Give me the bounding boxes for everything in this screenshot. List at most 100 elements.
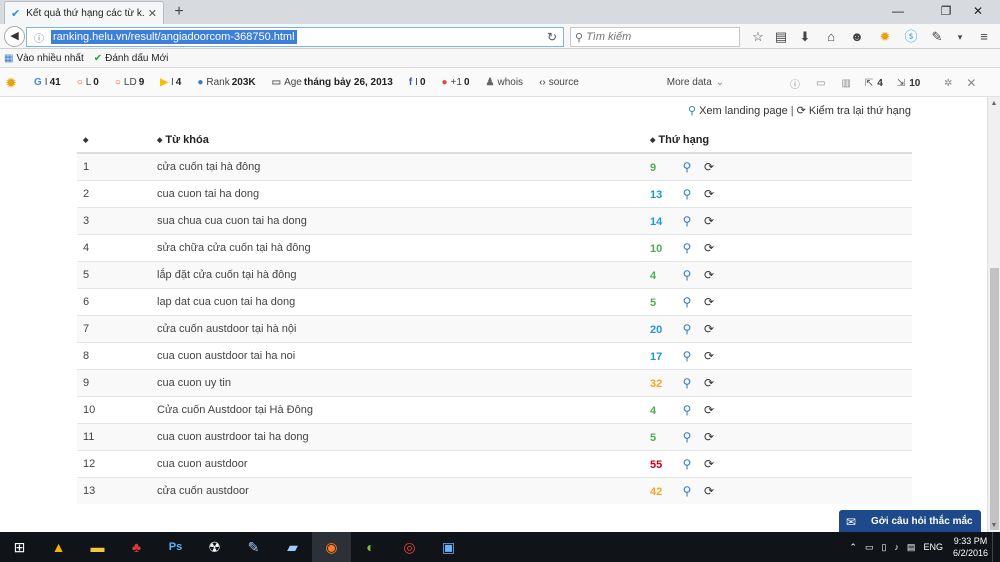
refresh-icon[interactable]: ⟳ [698,214,720,228]
app-window-icon[interactable]: ▣ [429,532,468,562]
menu-icon[interactable]: ≡ [974,28,994,46]
app-notes-icon[interactable]: ▰ [273,532,312,562]
app-a-icon[interactable]: ▲ [39,532,78,562]
bing-index-item[interactable]: ▶ I4 [152,69,189,97]
coccoc-icon[interactable]: ◐ [351,532,390,562]
photoshop-icon[interactable]: Ps [156,532,195,562]
page-scrollbar[interactable]: ▲ ▼ [987,97,1000,532]
refresh-icon[interactable]: ⟳ [698,376,720,390]
dropdown-icon[interactable]: ▾ [950,28,970,46]
monitor-icon[interactable]: ▭ [816,78,825,89]
refresh-icon[interactable]: ⟳ [698,268,720,282]
close-window-button[interactable]: ✕ [956,0,1000,24]
search-icon[interactable]: ⚲ [676,376,698,390]
bookmark-most-visited[interactable]: ▦ Vào nhiều nhất [4,53,84,64]
close-toolbar-icon[interactable]: ✕ [966,76,976,90]
row-index: 5 [77,260,157,288]
support-chat-widget[interactable]: ✉ Gởi câu hỏi thắc mắc [839,510,981,533]
more-data-dropdown[interactable]: More data ⌄ [659,69,732,97]
new-tab-button[interactable]: + [170,2,188,22]
search-icon[interactable]: ⚲ [676,349,698,363]
refresh-icon[interactable]: ⟳ [698,349,720,363]
refresh-icon[interactable]: ⟳ [698,322,720,336]
search-icon[interactable]: ⚲ [676,295,698,309]
refresh-icon[interactable]: ⟳ [698,484,720,498]
windows-start-icon[interactable]: ⊞ [0,532,39,562]
refresh-icon[interactable]: ⟳ [698,187,720,201]
header-keyword[interactable]: ◆ Từ khóa [157,127,650,154]
downloads-icon[interactable]: ⬇ [795,28,815,46]
battery-icon[interactable]: ▯ [881,542,886,553]
home-icon[interactable]: ⌂ [821,28,841,46]
seo-addon-icon[interactable]: ✹ [875,28,895,46]
rank-item[interactable]: ● Rank 203K [189,69,263,97]
refresh-icon[interactable]: ⟳ [698,403,720,417]
refresh-icon[interactable]: ⟳ [698,241,720,255]
view-landing-page-link[interactable]: ⚲ Xem landing page [688,104,788,118]
linking-domains-item[interactable]: ○ LD 9 [107,69,152,97]
extension-icon[interactable]: ✎ [927,28,947,46]
reload-icon[interactable]: ↻ [547,30,557,44]
age-item[interactable]: ▭ Age tháng bảy 26, 2013 [264,69,401,97]
external-link-icon[interactable]: ⇱ [865,78,873,89]
search-icon[interactable]: ⚲ [676,214,698,228]
firefox-icon[interactable]: ◉ [312,532,351,562]
search-icon[interactable]: ⚲ [676,457,698,471]
chat-bubble-icon[interactable]: ☻ [847,28,867,46]
seoquake-logo-icon[interactable]: ✹ [0,69,26,97]
refresh-icon[interactable]: ⟳ [698,430,720,444]
recheck-rank-link[interactable]: ⟳ Kiểm tra lại thứ hạng [797,104,911,118]
notification-icon[interactable]: ▤ [907,542,916,553]
search-icon[interactable]: ⚲ [676,322,698,336]
browser-tab[interactable]: ✔ Kết quả thứ hạng các từ k... ✕ [4,1,164,24]
site-info-icon[interactable]: ⓘ [31,30,47,45]
whois-item[interactable]: ♟ whois [478,69,532,97]
gplus-item[interactable]: ● +1 0 [434,69,478,97]
url-text[interactable]: ranking.helu.vn/result/angiadoorcom-3687… [51,30,297,44]
tray-expand-icon[interactable]: ⌃ [849,542,857,553]
minimize-button[interactable]: — [880,0,916,24]
search-icon[interactable]: ⚲ [676,160,698,174]
speaker-icon[interactable]: ♪ [894,542,899,552]
chart-icon[interactable]: ▥ [841,78,850,89]
bookmarks-list-icon[interactable]: ▤ [771,28,791,46]
file-explorer-icon[interactable]: ▬ [78,532,117,562]
scrollbar-thumb[interactable] [990,268,999,530]
scroll-down-arrow-icon[interactable]: ▼ [988,519,1000,532]
info-circle-icon[interactable]: ⓘ [790,76,800,91]
refresh-icon[interactable]: ⟳ [698,457,720,471]
chrome-icon[interactable]: ◎ [390,532,429,562]
search-icon[interactable]: ⚲ [676,403,698,417]
back-button[interactable]: ◀ [4,26,25,47]
search-icon[interactable]: ⚲ [676,268,698,282]
links-item[interactable]: ○ L0 [69,69,107,97]
close-tab-icon[interactable]: ✕ [148,7,157,20]
network-icon[interactable]: ▭ [865,542,874,553]
refresh-icon[interactable]: ⟳ [698,295,720,309]
skype-icon[interactable]: ⓢ [901,28,921,46]
app-paint-icon[interactable]: ✎ [234,532,273,562]
settings-gear-icon[interactable]: ✲ [944,78,952,89]
internal-link-icon[interactable]: ⇲ [897,78,905,89]
clock[interactable]: 9:33 PM 6/2/2016 [953,535,988,559]
search-input[interactable] [586,31,737,43]
search-box[interactable]: ⚲ [570,27,740,47]
search-icon[interactable]: ⚲ [676,187,698,201]
search-icon[interactable]: ⚲ [676,241,698,255]
header-rank[interactable]: ◆ Thứ hạng [650,127,912,154]
show-desktop-button[interactable] [992,532,1000,562]
app-red-icon[interactable]: ♣ [117,532,156,562]
refresh-icon[interactable]: ⟳ [698,160,720,174]
app-dog-icon[interactable]: ☢ [195,532,234,562]
google-index-item[interactable]: G I 41 [26,69,69,97]
scroll-up-arrow-icon[interactable]: ▲ [988,97,1000,110]
bookmark-new[interactable]: ✔ Đánh dấu Mới [94,53,169,64]
search-icon[interactable]: ⚲ [676,430,698,444]
language-indicator[interactable]: ENG [923,542,943,552]
source-item[interactable]: ‹› source [531,69,587,97]
address-bar[interactable]: ⓘ ranking.helu.vn/result/angiadoorcom-36… [26,27,564,47]
header-index[interactable]: ◆ [77,127,157,154]
bookmark-star-icon[interactable]: ☆ [748,28,768,46]
search-icon[interactable]: ⚲ [676,484,698,498]
facebook-item[interactable]: f I0 [401,69,434,97]
